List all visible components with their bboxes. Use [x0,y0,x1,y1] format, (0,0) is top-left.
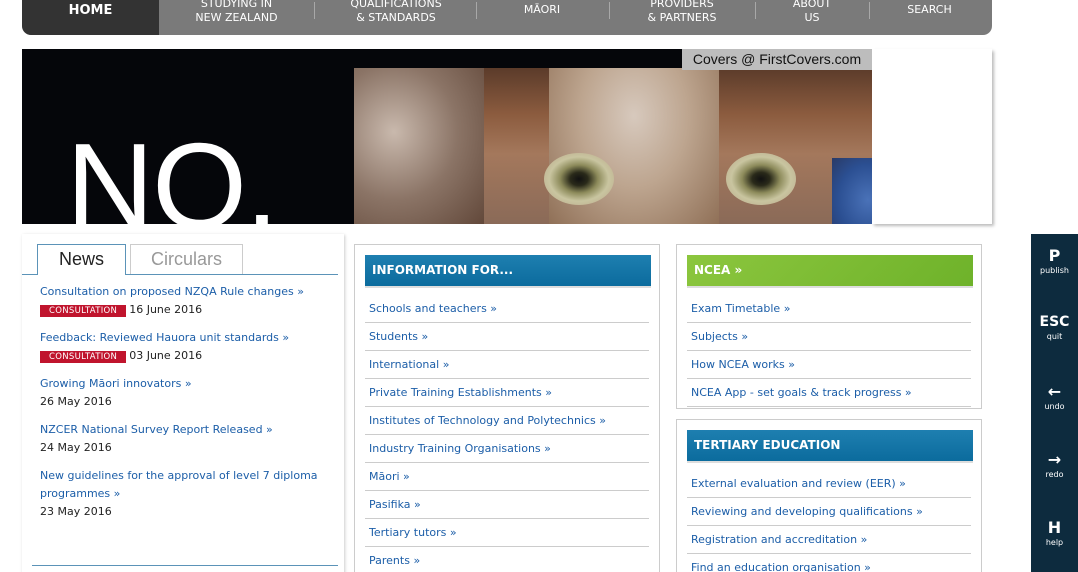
info-link-pasifika[interactable]: Pasifika » [365,491,649,519]
news-item: Feedback: Reviewed Hauora unit standards… [40,329,330,365]
main-nav: HOME STUDYING IN NEW ZEALAND QUALIFICATI… [22,0,992,35]
ncea-link-subjects[interactable]: Subjects » [687,323,971,351]
nav-divider [755,2,756,19]
news-link[interactable]: New guidelines for the approval of level… [40,467,325,503]
banner-shadow [872,49,992,224]
news-date: 26 May 2016 [40,395,112,408]
cat-photo [354,68,872,224]
news-panel: News Circulars Consultation on proposed … [22,234,344,572]
undo-arrow-icon: ← [1047,382,1062,401]
hero-banner[interactable]: NO. [22,49,872,224]
publish-key: P [1048,246,1061,265]
nav-divider [869,2,870,19]
info-link-private-training[interactable]: Private Training Establishments » [365,379,649,407]
tertiary-link-reviewing-qualifications[interactable]: Reviewing and developing qualifications … [687,498,971,526]
tertiary-link-eer[interactable]: External evaluation and review (EER) » [687,470,971,498]
tab-underline [126,274,338,275]
ncea-panel: NCEA » Exam Timetable » Subjects » How N… [676,244,982,409]
news-date: 16 June 2016 [129,303,203,316]
ncea-heading[interactable]: NCEA » [687,255,973,288]
news-item: Consultation on proposed NZQA Rule chang… [40,283,330,319]
ncea-link-exam-timetable[interactable]: Exam Timetable » [687,295,971,323]
blue-blanket [832,158,872,224]
help-key: H [1047,518,1062,537]
nav-providers-partners[interactable]: PROVIDERS & PARTNERS [625,0,739,27]
news-divider [32,565,338,566]
cat-eye-left [544,153,614,205]
tertiary-education-panel: TERTIARY EDUCATION External evaluation a… [676,419,982,572]
photo-credit: Covers @ FirstCovers.com [682,49,872,70]
information-for-list: Schools and teachers » Students » Intern… [365,295,649,572]
redo-button[interactable]: → redo [1031,450,1078,480]
nav-home[interactable]: HOME [22,0,159,35]
ncea-list: Exam Timetable » Subjects » How NCEA wor… [687,295,971,407]
quit-key: ESC [1039,314,1070,330]
redo-label: redo [1045,470,1064,479]
info-link-schools-teachers[interactable]: Schools and teachers » [365,295,649,323]
cat-eye-right [726,153,796,205]
info-link-industry-training[interactable]: Industry Training Organisations » [365,435,649,463]
ncea-link-ncea-app[interactable]: NCEA App - set goals & track progress » [687,379,971,407]
nav-search[interactable]: SEARCH [887,0,972,27]
news-link[interactable]: Consultation on proposed NZQA Rule chang… [40,283,330,301]
tertiary-link-find-organisation[interactable]: Find an education organisation » [687,554,971,572]
news-link[interactable]: Feedback: Reviewed Hauora unit standards… [40,329,330,347]
news-date: 24 May 2016 [40,441,112,454]
tertiary-link-registration[interactable]: Registration and accreditation » [687,526,971,554]
tab-circulars[interactable]: Circulars [130,244,243,275]
undo-button[interactable]: ← undo [1031,382,1078,412]
banner-headline: NO. [66,118,279,224]
help-label: help [1045,538,1064,547]
ncea-link-how-ncea-works[interactable]: How NCEA works » [687,351,971,379]
news-item: Growing Māori innovators » 26 May 2016 [40,375,330,411]
tertiary-education-list: External evaluation and review (EER) » R… [687,470,971,572]
nav-divider [314,2,315,19]
nav-qualifications-standards[interactable]: QUALIFICATIONS & STANDARDS [332,0,460,27]
help-button[interactable]: H help [1031,518,1078,548]
news-item: New guidelines for the approval of level… [40,467,325,521]
information-for-panel: INFORMATION FOR... Schools and teachers … [354,244,660,572]
information-for-heading: INFORMATION FOR... [365,255,651,288]
undo-label: undo [1044,402,1065,411]
editor-toolbar: P publish ESC quit ← undo → redo H help [1031,234,1078,572]
quit-label: quit [1046,332,1063,341]
news-date: 03 June 2016 [129,349,203,362]
consultation-badge: CONSULTATION [40,305,127,317]
publish-button[interactable]: P publish [1031,246,1078,276]
nav-maori[interactable]: MĀORI [492,0,592,27]
tab-news[interactable]: News [37,244,126,275]
redo-arrow-icon: → [1047,450,1062,469]
news-link[interactable]: Growing Māori innovators » [40,375,330,393]
info-link-tertiary-tutors[interactable]: Tertiary tutors » [365,519,649,547]
news-date: 23 May 2016 [40,505,112,518]
cat-fur [354,68,484,224]
info-link-parents[interactable]: Parents » [365,547,649,572]
nav-studying-in-new-zealand[interactable]: STUDYING IN NEW ZEALAND [179,0,294,27]
nav-divider [609,2,610,19]
nav-divider [476,2,477,19]
info-link-international[interactable]: International » [365,351,649,379]
tertiary-education-heading: TERTIARY EDUCATION [687,430,973,463]
news-item: NZCER National Survey Report Released » … [40,421,330,457]
consultation-badge: CONSULTATION [40,351,127,363]
info-link-maori[interactable]: Māori » [365,463,649,491]
news-link[interactable]: NZCER National Survey Report Released » [40,421,330,439]
nav-about-us[interactable]: ABOUT US [772,0,852,27]
publish-label: publish [1040,266,1069,275]
tab-underline [22,274,37,275]
info-link-institutes-technology[interactable]: Institutes of Technology and Polytechnic… [365,407,649,435]
info-link-students[interactable]: Students » [365,323,649,351]
quit-button[interactable]: ESC quit [1031,312,1078,342]
